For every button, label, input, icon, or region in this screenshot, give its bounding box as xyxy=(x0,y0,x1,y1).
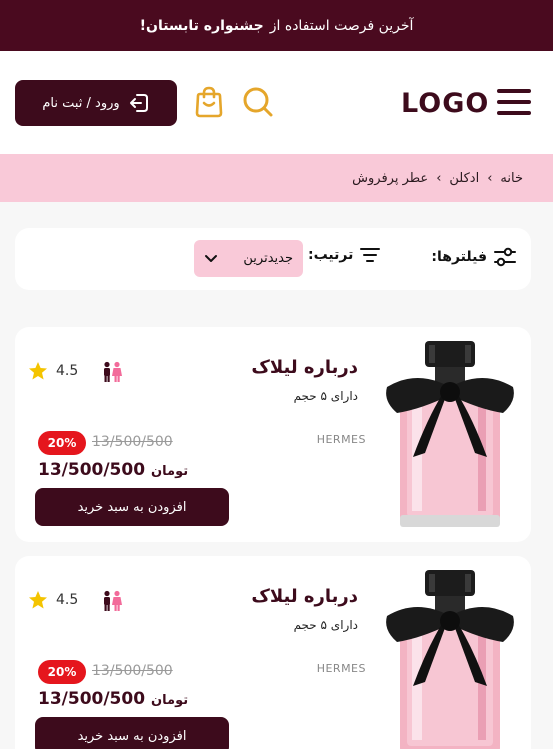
breadcrumb-category[interactable]: ادکلن xyxy=(449,171,479,186)
product-rating: 4.5 xyxy=(28,361,78,381)
star-icon xyxy=(29,362,47,380)
add-to-cart-button[interactable]: افزودن به سبد خرید xyxy=(35,717,229,749)
breadcrumb-current: عطر پرفروش xyxy=(352,170,429,186)
sort-lines-icon xyxy=(360,248,381,262)
product-brand: HERMES xyxy=(316,433,366,446)
sort-label-group: ترتیب: xyxy=(308,246,381,264)
unisex-icon xyxy=(104,361,122,382)
product-rating: 4.5 xyxy=(28,590,78,610)
login-icon xyxy=(129,94,148,112)
sort-label: ترتیب: xyxy=(308,247,354,263)
old-price: 13/500/500 xyxy=(92,434,173,450)
sort-select[interactable]: جدیدترین xyxy=(194,240,303,277)
promo-text: آخرین فرصت استفاده از xyxy=(269,17,414,34)
rating-value: 4.5 xyxy=(56,363,79,379)
product-subtitle: دارای ۵ حجم xyxy=(293,389,358,403)
breadcrumb-separator-icon: › xyxy=(487,170,493,186)
product-subtitle: دارای ۵ حجم xyxy=(293,618,358,632)
filters-label: فیلترها: xyxy=(431,249,487,265)
product-card[interactable]: درباره لیلاک دارای ۵ حجم HERMES 4.5 20% … xyxy=(15,327,531,542)
perfume-bottle-image[interactable] xyxy=(377,568,523,749)
price-currency: تومان xyxy=(151,464,189,479)
product-title[interactable]: درباره لیلاک xyxy=(251,357,358,378)
logo[interactable]: LOGO xyxy=(401,88,489,119)
breadcrumb-separator-icon: › xyxy=(436,170,442,186)
product-card[interactable]: درباره لیلاک دارای ۵ حجم HERMES 4.5 20% … xyxy=(15,556,531,749)
old-price: 13/500/500 xyxy=(92,663,173,679)
login-label: ورود / ثبت نام xyxy=(42,95,120,111)
breadcrumb: خانه › ادکلن › عطر پرفروش xyxy=(352,154,523,202)
price-value: 13/500/500 xyxy=(38,460,146,480)
shopping-bag-icon[interactable] xyxy=(194,86,224,118)
promo-highlight[interactable]: جشنواره تابستان! xyxy=(140,18,264,34)
product-price: تومان 13/500/500 xyxy=(38,460,188,480)
product-title[interactable]: درباره لیلاک xyxy=(251,586,358,607)
product-brand: HERMES xyxy=(316,662,366,675)
promo-bar: آخرین فرصت استفاده از جشنواره تابستان! xyxy=(0,0,553,51)
price-currency: تومان xyxy=(151,693,189,708)
discount-badge: 20% xyxy=(38,431,86,455)
rating-value: 4.5 xyxy=(56,592,79,608)
add-to-cart-button[interactable]: افزودن به سبد خرید xyxy=(35,488,229,526)
sort-value: جدیدترین xyxy=(243,251,293,266)
perfume-bottle-image[interactable] xyxy=(377,339,523,529)
star-icon xyxy=(29,591,47,609)
breadcrumb-home[interactable]: خانه xyxy=(500,171,523,186)
chevron-down-icon xyxy=(205,254,217,262)
unisex-icon xyxy=(104,590,122,611)
product-price: تومان 13/500/500 xyxy=(38,689,188,709)
breadcrumb-bar: خانه › ادکلن › عطر پرفروش xyxy=(0,154,553,202)
filters-button[interactable]: فیلترها: xyxy=(431,246,517,268)
hamburger-menu-icon[interactable] xyxy=(497,89,533,117)
login-button[interactable]: ورود / ثبت نام xyxy=(15,80,177,126)
search-icon[interactable] xyxy=(242,86,274,118)
filter-sliders-icon xyxy=(494,247,516,267)
discount-badge: 20% xyxy=(38,660,86,684)
price-value: 13/500/500 xyxy=(38,689,146,709)
